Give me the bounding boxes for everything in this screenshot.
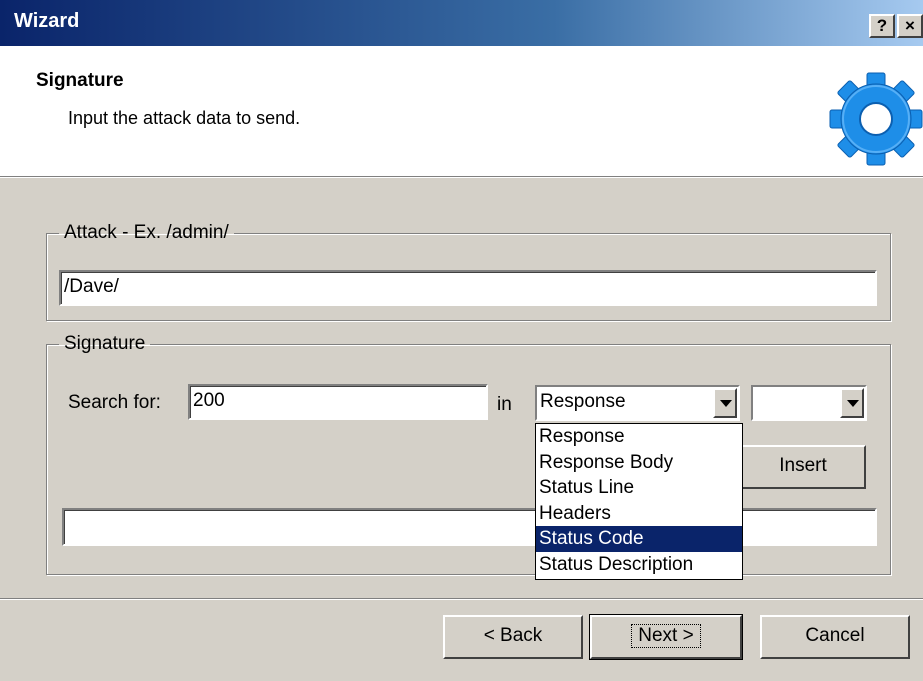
cancel-button[interactable]: Cancel: [760, 615, 910, 659]
signature-input[interactable]: [62, 508, 877, 546]
footer-separator: [0, 598, 923, 600]
cancel-button-label: Cancel: [805, 625, 865, 646]
next-button-label: Next >: [631, 624, 701, 648]
attack-group-legend: Attack - Ex. /admin/: [64, 222, 229, 243]
search-for-input[interactable]: 200: [188, 384, 488, 420]
close-button[interactable]: ×: [897, 14, 923, 38]
location-select-value: Response: [540, 391, 626, 412]
dropdown-option[interactable]: Status Line: [536, 475, 742, 501]
help-button[interactable]: ?: [869, 14, 895, 38]
back-button-label: < Back: [483, 625, 543, 646]
in-label: in: [497, 394, 512, 415]
operator-select[interactable]: [751, 385, 867, 421]
insert-button[interactable]: Insert: [740, 445, 866, 489]
dropdown-option-highlighted[interactable]: Status Code: [536, 526, 742, 552]
wizard-header: Signature Input the attack data to send.: [0, 46, 923, 176]
dropdown-option[interactable]: Headers: [536, 501, 742, 527]
chevron-down-icon[interactable]: [840, 388, 864, 418]
location-dropdown-list[interactable]: Response Response Body Status Line Heade…: [535, 423, 743, 580]
gear-icon: [826, 70, 923, 168]
title-bar: Wizard ? ×: [0, 0, 923, 46]
attack-input[interactable]: /Dave/: [59, 270, 877, 306]
page-subtitle: Input the attack data to send.: [68, 108, 301, 128]
back-button[interactable]: < Back: [443, 615, 583, 659]
header-separator: [0, 176, 923, 178]
dropdown-option[interactable]: Status Description: [536, 552, 742, 578]
window-title: Wizard: [14, 10, 80, 32]
chevron-down-icon[interactable]: [713, 388, 737, 418]
search-for-label: Search for:: [68, 392, 161, 413]
location-select[interactable]: Response: [535, 385, 740, 421]
signature-group-legend: Signature: [64, 333, 146, 354]
next-button[interactable]: Next >: [589, 614, 743, 660]
dropdown-option[interactable]: Response: [536, 424, 742, 450]
insert-button-label: Insert: [779, 455, 827, 476]
dropdown-option[interactable]: Response Body: [536, 450, 742, 476]
page-title: Signature: [36, 70, 124, 91]
